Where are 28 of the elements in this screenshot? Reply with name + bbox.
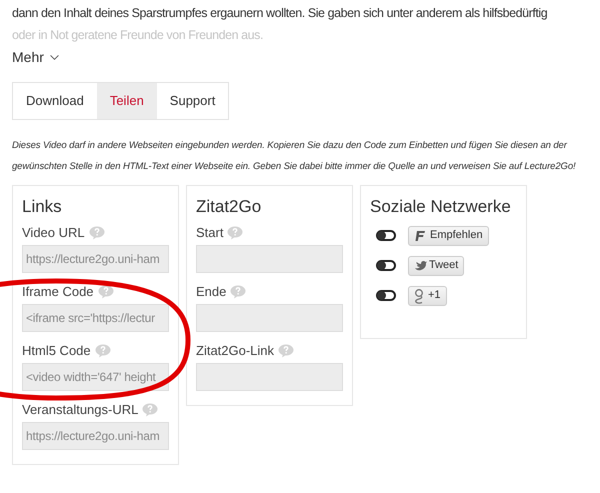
more-link[interactable]: Mehr <box>12 47 62 68</box>
field-label: Html5 Code <box>22 344 91 358</box>
field-label: Zitat2Go-Link <box>196 344 274 358</box>
g-logo-icon <box>414 288 424 304</box>
input-field[interactable] <box>196 362 343 390</box>
field-label: Veranstaltungs-URL <box>22 402 138 416</box>
panel-title: Zitat2Go <box>196 196 262 218</box>
toggle-switch[interactable] <box>376 230 396 241</box>
field-label: Iframe Code <box>22 284 94 298</box>
f-logo-icon <box>414 230 426 242</box>
field-label: Start <box>196 226 224 240</box>
embed-notice: Dieses Video darf in andere Webseiten eingebunden werden. Kopieren Sie dazu den Code zum Einbetten und fügen Sie diesen an der gewünschten Stelle in den HTML-Text einer Webseite ein. Geben Sie dabei bitte immer die Quelle an und verweisen Sie auf Lecture2Go! <box>12 139 577 174</box>
bird-icon <box>414 260 427 271</box>
field-label: Ende <box>196 284 226 298</box>
description-text: oder in Not geratene Freunde von Freunden aus. <box>12 27 264 44</box>
tab[interactable]: Teilen <box>96 83 157 119</box>
panel-title: Links <box>22 196 63 218</box>
help-bubble-icon[interactable] <box>98 284 114 298</box>
description-text: dann den Inhalt deines Sparstrumpfes ergaunern wollten. Sie gaben sich unter anderem als hilfsbedürftig <box>12 5 548 22</box>
toggle-switch[interactable] <box>376 260 396 271</box>
field-label: Video URL <box>22 226 85 240</box>
input-field[interactable] <box>196 244 343 272</box>
panel-title: Soziale Netzwerke <box>370 196 512 218</box>
share-button[interactable]: +1 <box>408 286 447 306</box>
input-field[interactable] <box>196 304 343 332</box>
share-button[interactable]: Tweet <box>408 256 464 276</box>
toggle-switch[interactable] <box>376 290 396 301</box>
share-button[interactable]: Empfehlen <box>408 226 489 246</box>
